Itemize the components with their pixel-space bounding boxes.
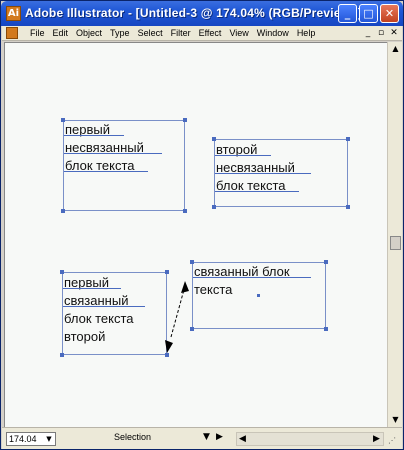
artboard-canvas[interactable]: первый несвязанный блок текста второй не… <box>4 42 387 427</box>
thread-arrowhead-down <box>165 340 173 353</box>
thread-line <box>170 285 186 338</box>
scroll-down-arrow-icon[interactable]: ▼ <box>389 413 402 427</box>
menu-bar: File Edit Object Type Select Filter Effe… <box>2 26 402 41</box>
menu-items: File Edit Object Type Select Filter Effe… <box>26 27 319 40</box>
app-window: Ai Adobe Illustrator - [Untitled-3 @ 174… <box>0 0 404 450</box>
menu-help[interactable]: Help <box>293 27 320 40</box>
zoom-level-field[interactable]: 174.04 ▼ <box>6 432 56 446</box>
doc-restore-button[interactable]: ▫ <box>376 28 386 38</box>
illustrator-app-icon[interactable]: Ai <box>6 6 21 21</box>
thread-arrowhead-up <box>181 281 189 293</box>
resize-grip-icon[interactable]: ⋰ <box>388 436 400 448</box>
doc-close-button[interactable]: ✕ <box>389 28 399 38</box>
zoom-dropdown-icon[interactable]: ▼ <box>44 434 54 444</box>
status-bar: 174.04 ▼ Selection ▼ ▶ ◀ ▶ ⋰ <box>2 427 402 449</box>
title-bar[interactable]: Ai Adobe Illustrator - [Untitled-3 @ 174… <box>1 1 403 26</box>
vertical-scrollbar[interactable]: ▲ ▼ <box>387 42 402 427</box>
menu-edit[interactable]: Edit <box>49 27 73 40</box>
menu-filter[interactable]: Filter <box>167 27 195 40</box>
window-title: Adobe Illustrator - [Untitled-3 @ 174.04… <box>25 6 363 20</box>
scroll-right-arrow-icon[interactable]: ▶ <box>373 434 380 444</box>
menu-effect[interactable]: Effect <box>195 27 226 40</box>
status-menu-arrow-icon[interactable]: ▼ <box>203 432 210 442</box>
vertical-scroll-thumb[interactable] <box>390 236 401 250</box>
current-tool-label: Selection <box>114 432 152 442</box>
menu-object[interactable]: Object <box>72 27 106 40</box>
menu-window[interactable]: Window <box>253 27 293 40</box>
zoom-value: 174.04 <box>9 434 37 444</box>
scroll-up-arrow-icon[interactable]: ▲ <box>389 42 402 56</box>
menu-view[interactable]: View <box>225 27 252 40</box>
document-icon[interactable] <box>6 27 18 39</box>
minimize-button[interactable]: _ <box>338 4 357 23</box>
doc-minimize-button[interactable]: _ <box>363 28 373 38</box>
menu-select[interactable]: Select <box>134 27 167 40</box>
menu-type[interactable]: Type <box>106 27 134 40</box>
maximize-button[interactable]: □ <box>359 4 378 23</box>
horizontal-scrollbar[interactable]: ◀ ▶ <box>236 432 384 446</box>
text-thread-arrows <box>165 281 189 353</box>
status-play-arrow-icon[interactable]: ▶ <box>216 432 223 442</box>
menu-file[interactable]: File <box>26 27 49 40</box>
close-button[interactable]: ✕ <box>380 4 399 23</box>
scroll-left-arrow-icon[interactable]: ◀ <box>239 434 246 444</box>
